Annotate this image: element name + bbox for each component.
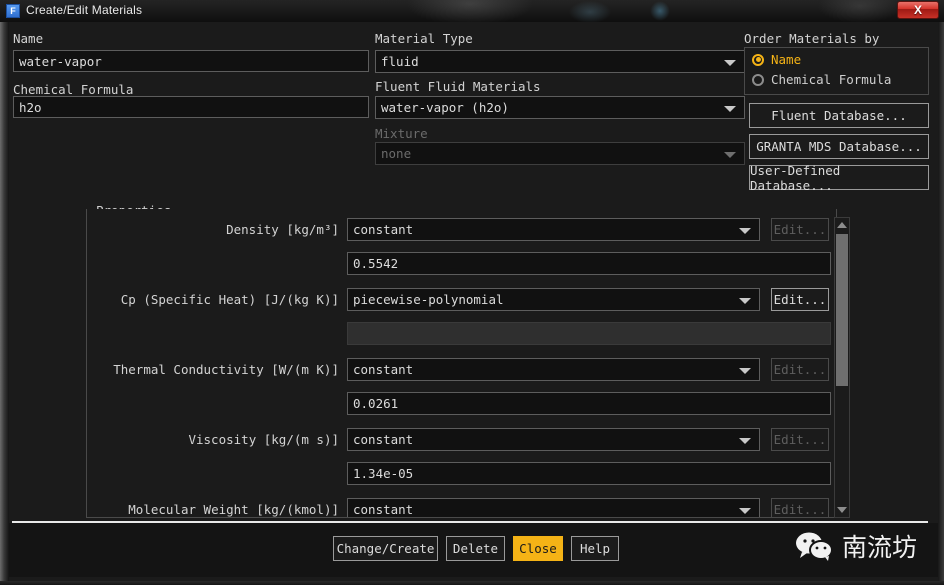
scrollbar-thumb[interactable] [836,234,848,386]
radio-order-by-name[interactable]: Name [752,52,801,67]
mixture-label: Mixture [375,126,428,141]
name-label: Name [13,31,44,46]
fluent-database-button[interactable]: Fluent Database... [749,103,929,128]
granta-mds-database-button[interactable]: GRANTA MDS Database... [749,134,929,159]
material-type-label: Material Type [375,31,473,46]
property-name-label: Thermal Conductivity [W/(m K)] [113,362,339,377]
chevron-down-icon [724,151,736,158]
help-button[interactable]: Help [571,536,619,561]
user-defined-database-button[interactable]: User-Defined Database... [749,163,929,193]
change-create-button[interactable]: Change/Create [333,536,438,561]
chevron-down-icon [739,437,751,444]
property-method-value: constant [353,432,414,447]
delete-button[interactable]: Delete [446,536,505,561]
title-bar[interactable]: F Create/Edit Materials X [0,0,944,22]
scroll-down-arrow-icon[interactable] [835,503,849,517]
mixture-dropdown: none [375,142,745,165]
property-value-input[interactable]: 0.0261 [347,392,831,415]
property-edit-button: Edit... [771,428,829,451]
scroll-up-arrow-icon[interactable] [835,218,849,232]
fluent-fluid-materials-dropdown[interactable]: water-vapor (h2o) [375,96,745,119]
property-method-dropdown[interactable]: constant [347,428,760,451]
close-window-button[interactable]: X [897,1,939,19]
material-type-value: fluid [381,54,419,69]
mixture-value: none [381,146,412,161]
window-title: Create/Edit Materials [26,3,143,17]
chemical-formula-input[interactable]: h2o [13,96,369,118]
property-method-dropdown[interactable]: constant [347,498,760,517]
close-button[interactable]: Close [513,536,563,561]
property-name-label: Cp (Specific Heat) [J/(kg K)] [120,292,339,307]
radio-order-by-name-label: Name [771,52,802,67]
property-method-dropdown[interactable]: constant [347,218,760,241]
property-method-dropdown[interactable]: constant [347,358,760,381]
name-input[interactable]: water-vapor [13,50,369,72]
background-window-edge-right [938,22,944,585]
chemical-formula-label: Chemical Formula [13,82,134,97]
chevron-down-icon [724,59,736,66]
property-method-dropdown[interactable]: piecewise-polynomial [347,288,760,311]
properties-scroll-area[interactable]: Density [kg/m³] constant Edit... 0.5542 Cp (… [86,209,837,518]
fluent-fluid-materials-value: water-vapor (h2o) [381,100,509,115]
chevron-down-icon [739,297,751,304]
watermark: 南流坊 [795,528,917,564]
property-method-value: constant [353,502,414,517]
property-value-input [347,322,831,345]
fluent-f-icon: F [6,4,20,18]
radio-unselected-icon [752,73,764,86]
property-method-value: constant [353,222,414,237]
property-edit-button: Edit... [771,498,829,517]
chevron-down-icon [739,507,751,514]
property-edit-button: Edit... [771,358,829,381]
chevron-down-icon [739,367,751,374]
radio-selected-icon [752,53,764,66]
property-value-input[interactable]: 1.34e-05 [347,462,831,485]
background-window-edge-bottom [0,581,944,585]
material-type-dropdown[interactable]: fluid [375,50,745,73]
property-name-label: Density [kg/m³] [226,222,339,237]
fluent-create-edit-materials-window: F Create/Edit Materials X Name water-vap… [0,0,944,585]
property-method-value: constant [353,362,414,377]
fluent-fluid-materials-label: Fluent Fluid Materials [375,79,541,94]
property-edit-button[interactable]: Edit... [771,288,829,311]
chevron-down-icon [724,105,736,112]
background-window-edge-left [0,22,9,585]
wechat-icon [796,532,833,561]
watermark-text: 南流坊 [842,533,918,562]
radio-order-by-chemical-formula-label: Chemical Formula [771,72,892,87]
property-method-value: piecewise-polynomial [353,292,504,307]
property-value-input[interactable]: 0.5542 [347,252,831,275]
property-name-label: Molecular Weight [kg/(kmol)] [128,502,339,517]
chevron-down-icon [739,227,751,234]
properties-scrollbar[interactable] [834,217,850,518]
property-edit-button: Edit... [771,218,829,241]
radio-order-by-chemical-formula[interactable]: Chemical Formula [752,72,891,87]
order-materials-by-label: Order Materials by [744,31,880,46]
property-name-label: Viscosity [kg/(m s)] [188,432,339,447]
